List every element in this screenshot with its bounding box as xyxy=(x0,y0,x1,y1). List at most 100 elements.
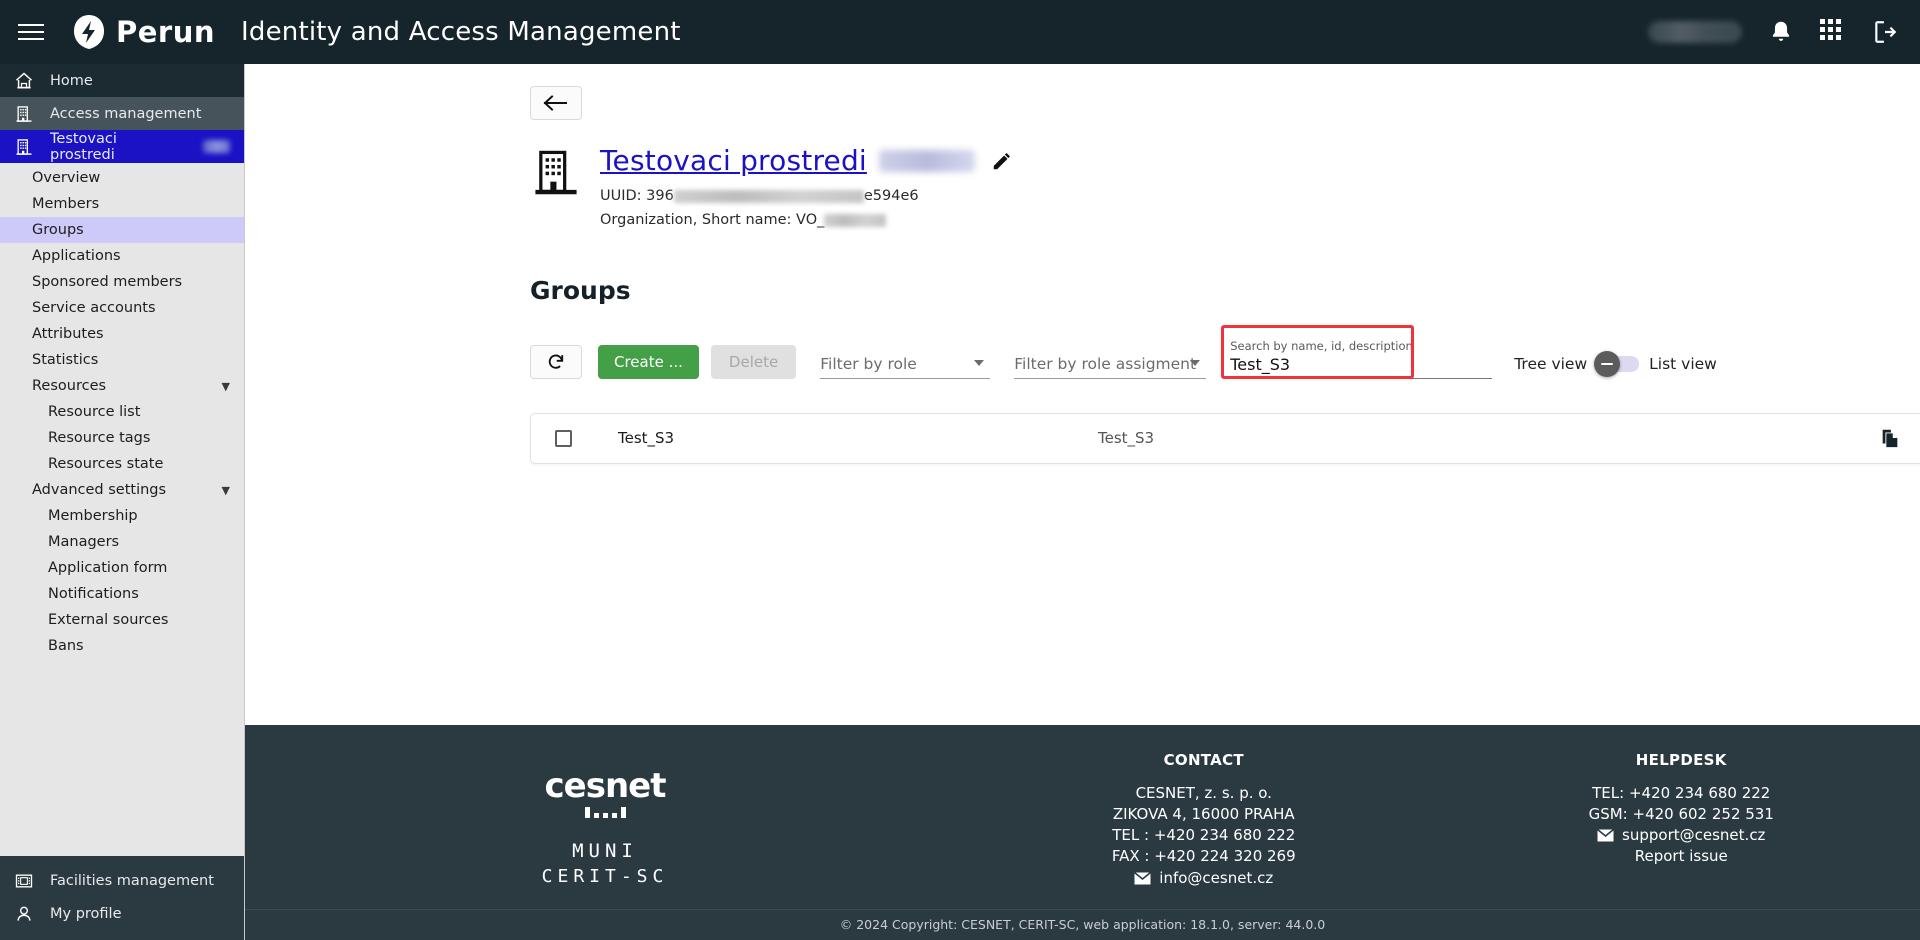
sidebar-sub-items: Overview Members Groups Applications Spo… xyxy=(0,163,244,659)
vo-uuid-blurred-middle xyxy=(674,190,864,203)
sidebar-item-attributes[interactable]: Attributes xyxy=(0,321,244,347)
cesnet-logo-dots xyxy=(585,806,626,818)
groups-table: Test_S3 Test_S3 xyxy=(530,413,1920,464)
chevron-down-icon xyxy=(974,360,984,366)
sidebar-item-access-management[interactable]: Access management xyxy=(0,97,244,130)
sidebar-item-label: External sources xyxy=(48,612,168,628)
table-row[interactable]: Test_S3 Test_S3 xyxy=(531,414,1920,463)
sidebar-item-label: Overview xyxy=(32,170,100,186)
sidebar-item-membership[interactable]: Membership xyxy=(0,503,244,529)
sidebar-item-label: Groups xyxy=(32,222,84,238)
perun-bolt-icon xyxy=(72,14,106,50)
building-icon xyxy=(14,104,34,124)
footer-helpdesk-column: HELPDESK TEL: +420 234 680 222 GSM: +420… xyxy=(1443,751,1920,868)
vo-title-link[interactable]: Testovaci prostredi xyxy=(600,144,867,177)
back-button[interactable] xyxy=(530,86,582,120)
refresh-button[interactable] xyxy=(530,345,582,379)
filter-by-role-assignment-select[interactable]: Filter by role assigment xyxy=(1014,339,1206,379)
report-issue-link[interactable]: Report issue xyxy=(1443,846,1920,867)
vo-name-blurred-suffix xyxy=(203,140,230,153)
vo-uuid-line: UUID: 396e594e6 xyxy=(600,185,1013,207)
vo-shortname-blurred xyxy=(824,214,886,227)
create-group-button[interactable]: Create ... xyxy=(598,345,699,379)
sidebar-item-resource-list[interactable]: Resource list xyxy=(0,399,244,425)
sidebar-item-label: Application form xyxy=(48,560,167,576)
filter-by-role-select[interactable]: Filter by role xyxy=(820,339,990,379)
list-view-label: List view xyxy=(1649,355,1717,373)
sidebar-item-resources[interactable]: Resources ▼ xyxy=(0,373,244,399)
vo-title-blurred-suffix xyxy=(879,150,975,172)
sidebar-item-label: Sponsored members xyxy=(32,274,182,290)
logout-icon[interactable] xyxy=(1872,19,1898,45)
sidebar-item-label: Testovaci prostredi xyxy=(50,131,182,163)
sidebar-item-label: Facilities management xyxy=(50,873,214,889)
sidebar-item-bans[interactable]: Bans xyxy=(0,633,244,659)
vo-info: Testovaci prostredi UUID: 396e594e6 Orga… xyxy=(600,142,1013,232)
chevron-down-icon: ▼ xyxy=(222,484,230,497)
sidebar-item-home[interactable]: Home xyxy=(0,64,244,97)
row-checkbox[interactable] xyxy=(555,430,572,447)
main-column: Testovaci prostredi UUID: 396e594e6 Orga… xyxy=(245,64,1920,940)
sidebar-item-applications[interactable]: Applications xyxy=(0,243,244,269)
sidebar-item-resources-state[interactable]: Resources state xyxy=(0,451,244,477)
refresh-icon xyxy=(545,351,567,373)
sidebar-item-testovaci-prostredi[interactable]: Testovaci prostredi xyxy=(0,130,244,163)
vo-org-prefix: Organization, Short name: VO_ xyxy=(600,212,824,228)
footer: cesnet MUNI CERIT-SC CONTACT xyxy=(245,725,1920,940)
tree-view-label: Tree view xyxy=(1514,355,1587,373)
contact-heading: CONTACT xyxy=(965,751,1443,769)
body-row: Home Access management xyxy=(0,64,1920,940)
sidebar-item-label: Bans xyxy=(48,638,84,654)
sidebar-item-external-sources[interactable]: External sources xyxy=(0,607,244,633)
contact-line: TEL : +420 234 680 222 xyxy=(965,825,1443,846)
view-toggle-switch[interactable] xyxy=(1597,356,1639,372)
vo-org-line: Organization, Short name: VO_ xyxy=(600,209,1013,231)
footer-logos: cesnet MUNI CERIT-SC xyxy=(245,751,965,887)
mail-icon xyxy=(1134,872,1151,885)
page-title: Groups xyxy=(530,276,1920,305)
contact-line: CESNET, z. s. p. o. xyxy=(965,783,1443,804)
brand-logo[interactable]: Perun xyxy=(72,14,215,50)
sidebar-item-application-form[interactable]: Application form xyxy=(0,555,244,581)
sidebar-item-service-accounts[interactable]: Service accounts xyxy=(0,295,244,321)
helpdesk-heading: HELPDESK xyxy=(1443,751,1920,769)
sidebar-item-label: Membership xyxy=(48,508,138,524)
pencil-icon[interactable] xyxy=(991,150,1013,172)
hamburger-icon[interactable] xyxy=(18,16,50,48)
person-icon xyxy=(14,904,34,924)
search-input[interactable]: Search by name, id, description Test_S3 xyxy=(1230,339,1492,379)
sidebar-item-sponsored-members[interactable]: Sponsored members xyxy=(0,269,244,295)
user-name-blurred[interactable] xyxy=(1648,21,1742,43)
sidebar-item-resource-tags[interactable]: Resource tags xyxy=(0,425,244,451)
sidebar-item-notifications[interactable]: Notifications xyxy=(0,581,244,607)
apps-grid-icon[interactable] xyxy=(1820,19,1846,45)
sidebar-item-label: Statistics xyxy=(32,352,98,368)
building-icon xyxy=(14,137,34,157)
copy-icon[interactable] xyxy=(1879,427,1901,449)
footer-contact-column: CONTACT CESNET, z. s. p. o. ZIKOVA 4, 16… xyxy=(965,751,1443,889)
brand-name: Perun xyxy=(116,15,215,49)
sidebar-item-label: Managers xyxy=(48,534,119,550)
sidebar-item-label: Resource tags xyxy=(48,430,150,446)
main-content: Testovaci prostredi UUID: 396e594e6 Orga… xyxy=(245,64,1920,725)
sidebar-item-members[interactable]: Members xyxy=(0,191,244,217)
contact-line: ZIKOVA 4, 16000 PRAHA xyxy=(965,804,1443,825)
helpdesk-email-row: support@cesnet.cz xyxy=(1443,825,1920,846)
mail-icon xyxy=(1597,829,1614,842)
helpdesk-email-link[interactable]: support@cesnet.cz xyxy=(1622,825,1765,846)
sidebar-item-overview[interactable]: Overview xyxy=(0,165,244,191)
sidebar-item-label: Access management xyxy=(50,106,201,122)
helpdesk-line: TEL: +420 234 680 222 xyxy=(1443,783,1920,804)
sidebar-item-label: Home xyxy=(50,73,93,89)
sidebar-item-groups[interactable]: Groups xyxy=(0,217,244,243)
sidebar-item-statistics[interactable]: Statistics xyxy=(0,347,244,373)
sidebar-item-facilities-management[interactable]: Facilities management xyxy=(0,864,244,897)
top-bar: Perun Identity and Access Management xyxy=(0,0,1920,64)
view-mode-toggle[interactable]: Tree view List view xyxy=(1514,355,1717,379)
bell-icon[interactable] xyxy=(1768,19,1794,45)
sidebar-item-advanced-settings[interactable]: Advanced settings ▼ xyxy=(0,477,244,503)
sidebar-item-managers[interactable]: Managers xyxy=(0,529,244,555)
contact-email-link[interactable]: info@cesnet.cz xyxy=(1159,868,1273,889)
row-actions xyxy=(1879,427,1920,449)
sidebar-item-my-profile[interactable]: My profile xyxy=(0,897,244,930)
